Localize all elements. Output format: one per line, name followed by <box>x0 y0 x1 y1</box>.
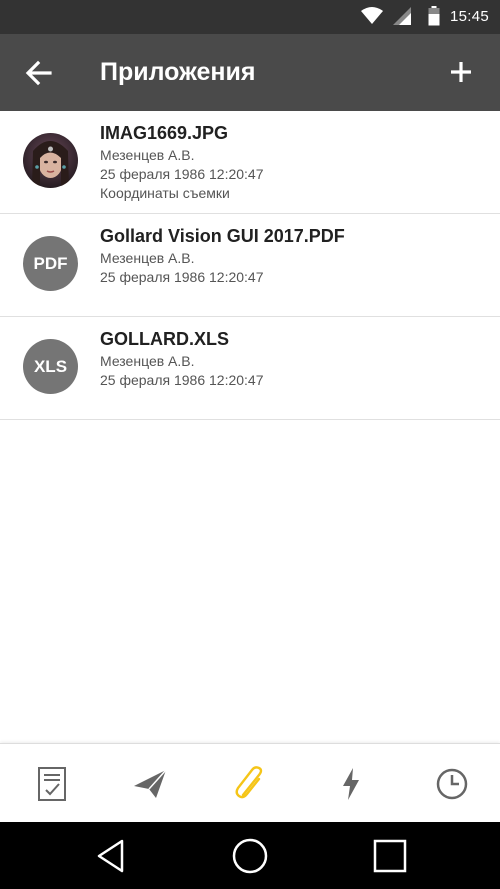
photo-thumbnail <box>23 133 78 188</box>
xls-file-badge: XLS <box>23 339 78 394</box>
file-date: 25 фераля 1986 12:20:47 <box>100 269 264 285</box>
file-author: Мезенцев А.В. <box>100 353 195 369</box>
system-back-button[interactable] <box>94 838 130 874</box>
nav-send[interactable] <box>130 764 170 804</box>
list-item[interactable]: XLS GOLLARD.XLS Мезенцев А.В. 25 фераля … <box>0 317 500 420</box>
system-recents-button[interactable] <box>372 838 408 874</box>
file-name: Gollard Vision GUI 2017.PDF <box>100 226 345 246</box>
back-button[interactable] <box>22 56 56 90</box>
file-author: Мезенцев А.В. <box>100 147 195 163</box>
nav-tasks[interactable] <box>32 764 72 804</box>
system-nav-bar <box>0 822 500 889</box>
wifi-icon <box>361 7 383 30</box>
file-list: IMAG1669.JPG Мезенцев А.В. 25 фераля 198… <box>0 111 500 420</box>
page-title: Приложения <box>100 58 256 86</box>
nav-attachments[interactable] <box>231 764 271 804</box>
bottom-nav <box>0 743 500 822</box>
nav-quick-actions[interactable] <box>331 764 371 804</box>
send-icon <box>134 769 167 798</box>
file-name: GOLLARD.XLS <box>100 329 229 349</box>
list-item[interactable]: IMAG1669.JPG Мезенцев А.В. 25 фераля 198… <box>0 111 500 214</box>
status-time: 15:45 <box>450 8 490 25</box>
app-bar: Приложения <box>0 34 500 111</box>
file-date: 25 фераля 1986 12:20:47 <box>100 372 264 388</box>
pdf-file-badge: PDF <box>23 236 78 291</box>
lightning-icon <box>343 768 359 800</box>
battery-icon <box>428 6 440 31</box>
back-triangle-icon <box>97 839 124 873</box>
signal-icon <box>393 7 411 30</box>
list-item[interactable]: PDF Gollard Vision GUI 2017.PDF Мезенцев… <box>0 214 500 317</box>
file-name: IMAG1669.JPG <box>100 123 229 143</box>
task-icon <box>38 767 66 801</box>
nav-history[interactable] <box>432 764 472 804</box>
plus-icon <box>451 62 471 82</box>
recents-square-icon <box>373 839 407 873</box>
paperclip-icon <box>235 766 263 799</box>
add-button[interactable] <box>445 56 477 88</box>
system-home-button[interactable] <box>232 838 268 874</box>
arrow-left-icon <box>25 60 52 86</box>
status-bar: 15:45 <box>0 0 500 34</box>
home-circle-icon <box>232 838 268 874</box>
file-extra: Координаты съемки <box>100 185 230 201</box>
clock-icon <box>436 768 468 800</box>
file-author: Мезенцев А.В. <box>100 250 195 266</box>
file-date: 25 фераля 1986 12:20:47 <box>100 166 264 182</box>
